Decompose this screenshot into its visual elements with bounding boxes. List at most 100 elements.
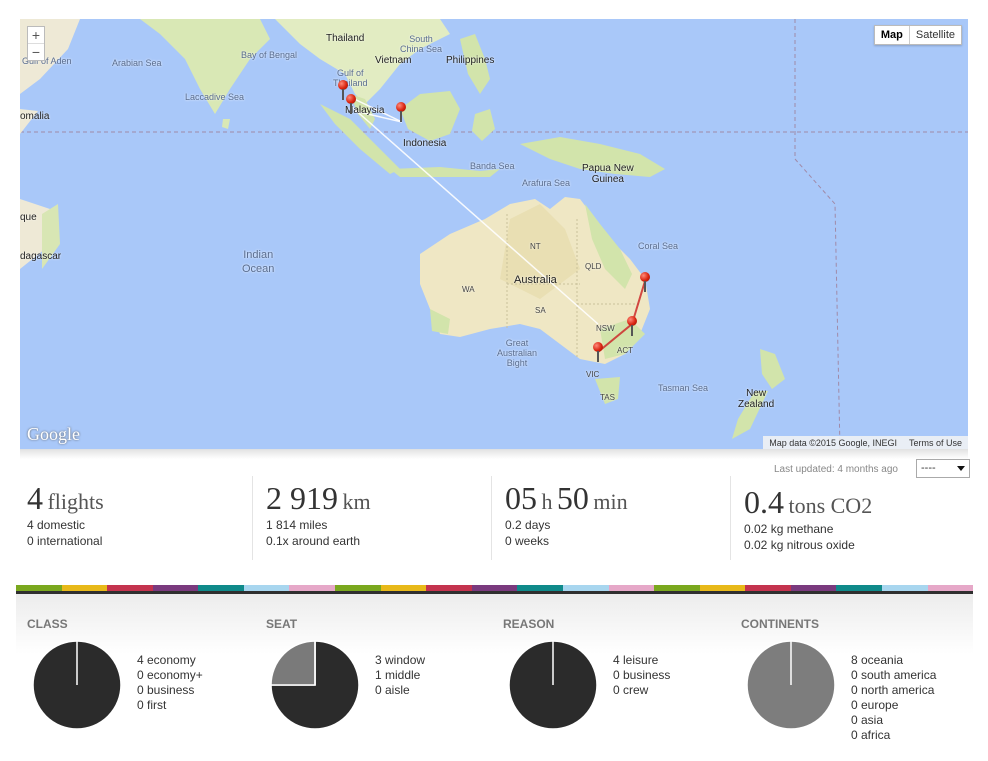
duration-minutes-unit: min	[593, 489, 628, 514]
pie-slice-middle	[270, 640, 316, 686]
distance-around-earth: 0.1x around earth	[266, 534, 361, 548]
stat-divider	[730, 476, 731, 560]
legend-item: 0 aisle	[375, 683, 410, 697]
legend-item: 8 oceania	[851, 653, 904, 667]
continents-pie-chart	[746, 640, 836, 730]
zoom-control: + −	[27, 26, 45, 61]
co2-nitrous-oxide: 0.02 kg nitrous oxide	[744, 538, 855, 552]
duration-weeks: 0 weeks	[505, 534, 550, 548]
legend-item: 0 africa	[851, 728, 891, 742]
label-indian-ocean: Indian Ocean	[242, 249, 275, 275]
map-attribution: Map data ©2015 Google, INEGI Terms of Us…	[763, 436, 968, 450]
class-title: CLASS	[27, 617, 68, 631]
map-type-control: Map Satellite	[873, 25, 962, 45]
label-laccadive-sea: Laccadive Sea	[185, 92, 245, 102]
duration-hours-unit: h	[541, 489, 553, 514]
label-act: ACT	[617, 346, 633, 355]
pin-marker-sydney[interactable]	[627, 316, 637, 336]
stat-distance: 2 919 km 1 814 miles 0.1x around earth	[266, 480, 371, 560]
flight-map[interactable]: Thailand South China Sea Vietnam Philipp…	[20, 19, 968, 450]
filter-select[interactable]: ----	[916, 459, 970, 478]
class-legend: 4 economy 0 economy+ 0 business 0 first	[137, 653, 203, 713]
legend-item: 0 north america	[851, 683, 935, 697]
label-vietnam: Vietnam	[375, 55, 412, 66]
zoom-in-button[interactable]: +	[28, 27, 44, 43]
co2-value: 0.4	[744, 484, 784, 520]
label-tas: TAS	[600, 393, 615, 402]
distance-miles: 1 814 miles	[266, 518, 328, 532]
stat-co2: 0.4 tons CO2 0.02 kg methane 0.02 kg nit…	[744, 484, 872, 564]
flights-count: 4	[27, 480, 43, 516]
label-bay-of-bengal: Bay of Bengal	[241, 50, 298, 60]
last-updated: Last updated: 4 months ago	[774, 464, 898, 475]
pin-marker-kuala-lumpur[interactable]	[346, 94, 356, 114]
map-terrain	[20, 19, 968, 450]
co2-methane: 0.02 kg methane	[744, 522, 834, 536]
legend-item: 0 south america	[851, 668, 937, 682]
map-type-map-button[interactable]: Map	[875, 26, 910, 44]
chevron-down-icon	[957, 466, 965, 471]
label-indonesia: Indonesia	[403, 138, 447, 149]
reason-title: REASON	[503, 617, 555, 631]
legend-item: 0 first	[137, 698, 167, 712]
label-nsw: NSW	[596, 324, 615, 333]
duration-hours: 05	[505, 480, 537, 516]
stat-divider	[491, 476, 492, 560]
label-south-china-sea: South China Sea	[400, 34, 443, 54]
label-arabian-sea: Arabian Sea	[112, 58, 162, 68]
legend-item: 0 europe	[851, 698, 899, 712]
legend-item: 0 business	[137, 683, 195, 697]
label-coral-sea: Coral Sea	[638, 241, 679, 251]
stat-divider	[252, 476, 253, 560]
seat-legend: 3 window 1 middle 0 aisle	[375, 653, 425, 698]
pin-marker-melbourne[interactable]	[593, 342, 603, 362]
label-sa: SA	[535, 306, 546, 315]
pin-marker-brisbane[interactable]	[640, 272, 650, 292]
class-pie-chart	[32, 640, 122, 730]
legend-item: 4 leisure	[613, 653, 659, 667]
legend-item: 3 window	[375, 653, 426, 667]
label-australia: Australia	[514, 274, 557, 286]
pin-marker-kuching[interactable]	[396, 102, 406, 122]
google-logo: Google	[27, 424, 80, 444]
stat-duration: 05 h 50 min 0.2 days 0 weeks	[505, 480, 628, 560]
legend-item: 0 business	[613, 668, 671, 682]
legend-item: 0 asia	[851, 713, 884, 727]
label-madagascar: dagascar	[20, 251, 62, 262]
label-nt: NT	[530, 242, 541, 251]
label-vic: VIC	[586, 370, 600, 379]
distance-value: 2 919	[266, 480, 338, 516]
flights-unit: flights	[47, 489, 104, 514]
reason-legend: 4 leisure 0 business 0 crew	[613, 653, 670, 698]
label-somalia: omalia	[20, 111, 50, 122]
label-thailand: Thailand	[326, 33, 365, 44]
reason-pie-chart	[508, 640, 598, 730]
label-tasman-sea: Tasman Sea	[658, 383, 709, 393]
distance-unit: km	[342, 489, 371, 514]
label-qld: QLD	[585, 262, 602, 271]
continents-legend: 8 oceania 0 south america 0 north americ…	[851, 653, 936, 743]
legend-item: 0 crew	[613, 683, 649, 697]
flights-international: 0 international	[27, 534, 103, 548]
label-papua-new-guinea: Papua New Guinea	[582, 163, 634, 185]
stat-flights: 4 flights 4 domestic 0 international	[27, 480, 104, 560]
flights-domestic: 4 domestic	[27, 518, 86, 532]
duration-minutes: 50	[556, 480, 589, 516]
seat-pie-chart	[270, 640, 360, 730]
label-philippines: Philippines	[446, 55, 495, 66]
duration-days: 0.2 days	[505, 518, 551, 532]
legend-item: 0 economy+	[137, 668, 203, 682]
label-banda-sea: Banda Sea	[470, 161, 515, 171]
legend-item: 1 middle	[375, 668, 421, 682]
legend-item: 4 economy	[137, 653, 196, 667]
seat-title: SEAT	[266, 617, 298, 631]
continents-title: CONTINENTS	[741, 617, 819, 631]
zoom-out-button[interactable]: −	[28, 43, 44, 60]
label-wa: WA	[462, 285, 475, 294]
co2-unit: tons CO2	[788, 493, 873, 518]
map-type-satellite-button[interactable]: Satellite	[910, 26, 961, 44]
map-data-credit: Map data ©2015 Google, INEGI	[769, 438, 897, 448]
terms-of-use-link[interactable]: Terms of Use	[909, 438, 962, 448]
label-great-australian-bight: Great Australian Bight	[497, 338, 538, 368]
label-arafura-sea: Arafura Sea	[522, 178, 571, 188]
